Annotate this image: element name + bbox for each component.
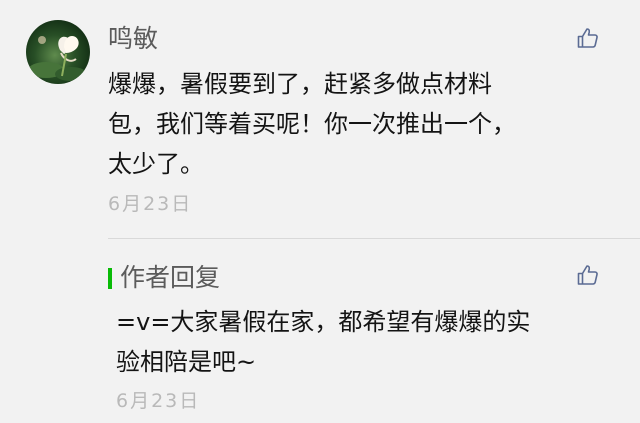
- reply-divider: [108, 238, 640, 239]
- comment-date: 6月23日: [108, 193, 193, 215]
- comment-author-name: 鸣敏: [108, 24, 159, 53]
- reply-date: 6月23日: [116, 390, 201, 412]
- comment-text: 爆爆，暑假要到了，赶紧多做点材料 包，我们等着买呢！你一次推出一个， 太少了。: [108, 64, 598, 184]
- reply-text-line: =v=大家暑假在家，都希望有爆爆的实: [116, 308, 531, 336]
- reply-text-line: 验相陪是吧~: [116, 348, 257, 376]
- thumbs-up-icon: [577, 28, 598, 48]
- reply-accent-bar: [108, 268, 112, 289]
- author-avatar[interactable]: [26, 20, 90, 84]
- lotus-avatar-image: [26, 20, 90, 84]
- thumbs-up-icon: [577, 265, 598, 285]
- comment-text-line: 太少了。: [108, 150, 204, 178]
- reply-text: =v=大家暑假在家，都希望有爆爆的实 验相陪是吧~: [116, 302, 606, 382]
- comment-text-line: 爆爆，暑假要到了，赶紧多做点材料: [108, 70, 492, 98]
- comment-text-line: 包，我们等着买呢！你一次推出一个，: [108, 110, 516, 138]
- comment-like-button[interactable]: [576, 26, 600, 50]
- reply-like-button[interactable]: [576, 263, 600, 287]
- author-reply-title: 作者回复: [120, 263, 221, 292]
